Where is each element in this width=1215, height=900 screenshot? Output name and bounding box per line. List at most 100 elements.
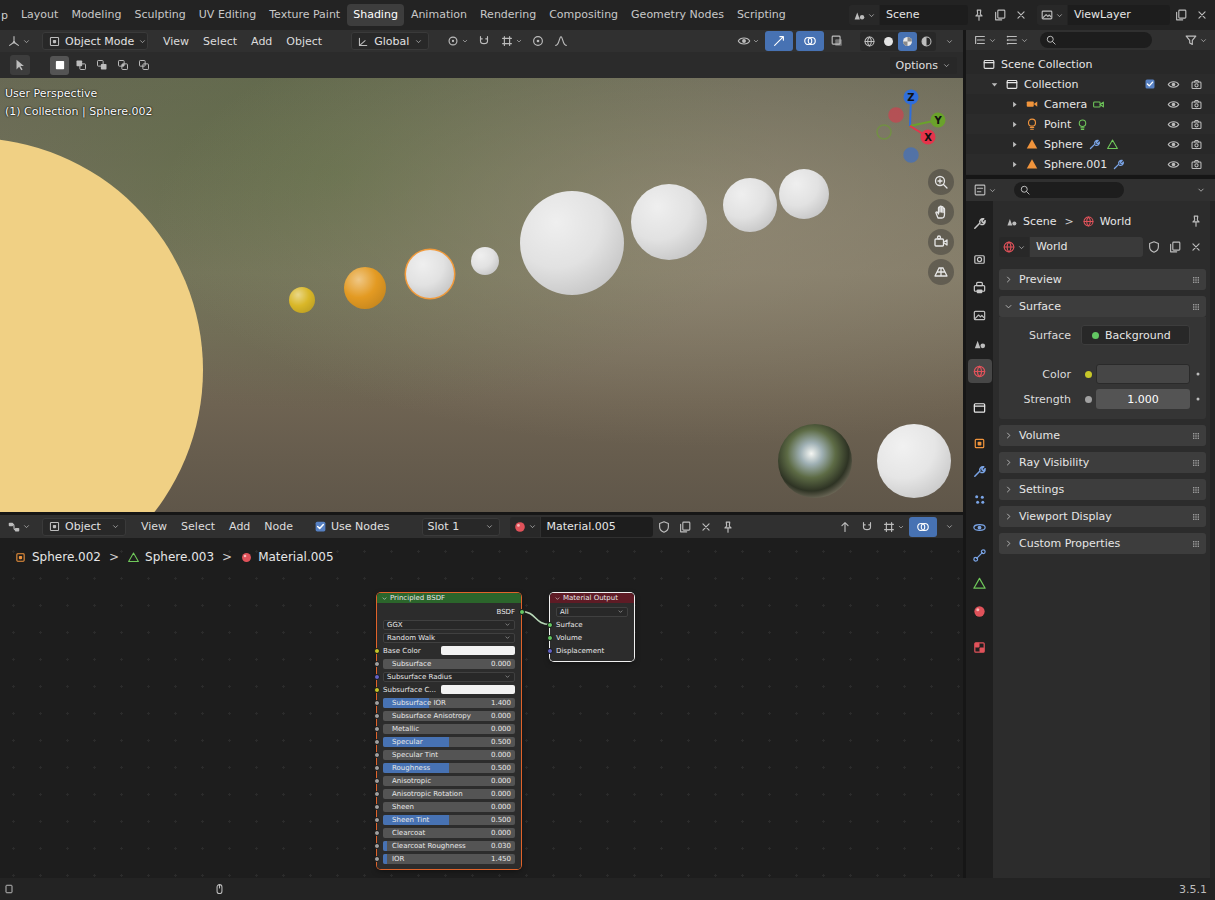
sphere-object[interactable] (471, 247, 499, 275)
axis-handle[interactable]: Y (931, 113, 946, 128)
menu-item[interactable]: Add (244, 35, 279, 48)
unlink-material-button[interactable] (696, 517, 716, 537)
menu-item[interactable]: Object (279, 35, 329, 48)
new-view-layer-button[interactable] (1171, 5, 1191, 25)
visibility-toggle[interactable] (1164, 138, 1182, 151)
node-dropdown[interactable]: All (556, 607, 628, 617)
new-material-button[interactable] (675, 517, 695, 537)
properties-tab[interactable] (968, 599, 992, 623)
workspace-tab[interactable]: Sculpting (128, 4, 191, 26)
outliner-row[interactable]: Sphere (966, 134, 1215, 154)
node-dropdown[interactable]: Random Walk (383, 633, 515, 643)
snap-target-button[interactable] (879, 517, 907, 537)
selection-mode-button[interactable] (71, 56, 90, 75)
axis-handle[interactable]: X (921, 130, 936, 145)
input-socket[interactable] (374, 817, 380, 823)
panel-header[interactable]: Custom Properties (999, 533, 1206, 554)
help-menu[interactable]: p (0, 9, 14, 22)
snap-toggle[interactable] (474, 31, 494, 51)
properties-tab[interactable] (968, 543, 992, 567)
input-socket[interactable] (547, 635, 553, 641)
overlay-toggle[interactable] (796, 31, 824, 51)
property-field[interactable]: Background (1081, 325, 1190, 345)
properties-tab[interactable] (968, 331, 992, 355)
menu-item[interactable]: View (156, 35, 196, 48)
input-socket[interactable] (374, 804, 380, 810)
negative-axis[interactable] (889, 108, 903, 122)
pan-button[interactable] (928, 199, 954, 225)
sphere-object[interactable] (406, 250, 454, 298)
camera-data-icon[interactable] (1092, 98, 1105, 111)
workspace-tab[interactable]: Geometry Nodes (625, 4, 730, 26)
grip-icon[interactable] (1190, 430, 1202, 442)
input-socket[interactable] (374, 856, 380, 862)
node-canvas[interactable]: Sphere.002>Sphere.003>Material.005Princi… (0, 538, 963, 878)
mode-dropdown[interactable]: Object Mode (42, 32, 148, 50)
grip-icon[interactable] (1190, 457, 1202, 469)
input-socket[interactable] (374, 726, 380, 732)
negative-axis[interactable] (877, 125, 891, 139)
outliner-search[interactable] (1040, 32, 1152, 48)
properties-tab[interactable] (968, 571, 992, 595)
input-socket[interactable] (374, 752, 380, 758)
outliner-row[interactable]: Point (966, 114, 1215, 134)
properties-tab[interactable] (968, 635, 992, 659)
sphere-object[interactable] (723, 178, 777, 232)
editor-type-button[interactable] (970, 30, 1000, 50)
unlink-world-button[interactable] (1186, 237, 1206, 257)
node-slider[interactable]: Specular Tint0.000 (383, 750, 515, 760)
render-toggle[interactable] (1187, 98, 1205, 111)
menu-item[interactable]: Select (174, 520, 222, 533)
shading-mode-button[interactable] (898, 32, 917, 51)
shading-mode-button[interactable] (917, 32, 936, 51)
sphere-object[interactable] (779, 169, 829, 219)
scene-name-field[interactable]: Scene (880, 5, 968, 25)
visibility-toggle[interactable] (1164, 158, 1182, 171)
visibility-toggle[interactable] (1164, 78, 1182, 91)
input-socket[interactable] (374, 830, 380, 836)
input-socket[interactable] (374, 739, 380, 745)
grip-icon[interactable] (1190, 274, 1202, 286)
sphere-object[interactable] (520, 191, 624, 295)
scene-browse-button[interactable] (849, 5, 879, 25)
overlay-options-button[interactable] (939, 517, 959, 537)
fake-user-button[interactable] (654, 517, 674, 537)
zoom-button[interactable] (928, 169, 954, 195)
delete-view-layer-button[interactable] (1192, 5, 1212, 25)
menu-item[interactable]: Select (196, 35, 244, 48)
workspace-tab[interactable]: Animation (405, 4, 473, 26)
properties-search[interactable] (1014, 182, 1124, 198)
menu-item[interactable]: Node (257, 520, 300, 533)
world-browse-button[interactable] (999, 237, 1029, 257)
input-socket[interactable] (547, 648, 553, 654)
grip-icon[interactable] (1190, 538, 1202, 550)
properties-tab[interactable] (968, 395, 992, 419)
node-slider[interactable]: Subsurface IOR1.400 (383, 698, 515, 708)
filter-button[interactable] (1181, 30, 1211, 50)
visibility-toggle[interactable] (1164, 118, 1182, 131)
node-slider[interactable]: Anisotropic Rotation0.000 (383, 789, 515, 799)
selection-mode-button[interactable] (50, 56, 69, 75)
properties-tab[interactable] (968, 515, 992, 539)
grip-icon[interactable] (1190, 301, 1202, 313)
principled-bsdf-node[interactable]: Principled BSDFBSDFGGXRandom WalkBase Co… (377, 593, 521, 869)
shading-mode-button[interactable] (879, 32, 898, 51)
sphere-object[interactable] (289, 287, 315, 313)
visibility-toggle[interactable] (1164, 98, 1182, 111)
tri-down-icon[interactable] (989, 79, 1000, 90)
properties-tab[interactable] (968, 487, 992, 511)
view-layer-name-field[interactable]: ViewLayer (1068, 5, 1170, 25)
tweak-tool-button[interactable] (10, 55, 30, 75)
outliner-row[interactable]: Camera (966, 94, 1215, 114)
workspace-tab[interactable]: UV Editing (193, 4, 262, 26)
modifiers-icon[interactable] (1088, 138, 1101, 151)
exclude-checkbox[interactable] (1141, 78, 1159, 90)
properties-tab[interactable] (968, 275, 992, 299)
navigation-gizmo[interactable]: ZYX (868, 86, 958, 170)
render-toggle[interactable] (1187, 118, 1205, 131)
selection-mode-button[interactable] (92, 56, 111, 75)
snap-target-button[interactable] (497, 31, 525, 51)
orientation-dropdown[interactable]: Global (351, 32, 429, 50)
workspace-tab[interactable]: Layout (15, 4, 64, 26)
outliner-row[interactable]: Sphere.001 (966, 154, 1215, 174)
